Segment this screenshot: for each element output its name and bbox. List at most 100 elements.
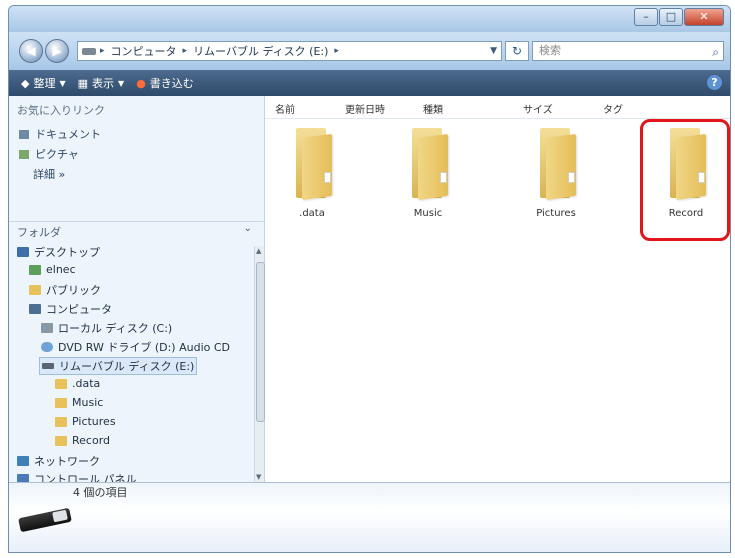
forward-arrow-icon: ▶ — [52, 44, 62, 58]
folders-title: フォルダ — [17, 226, 61, 239]
tree-label: DVD RW ドライブ (D:) Audio CD — [58, 341, 231, 354]
forward-button[interactable]: ▶ — [45, 39, 69, 63]
chevron-down-icon[interactable]: ▼ — [490, 46, 497, 56]
refresh-button[interactable]: ↻ — [505, 41, 529, 61]
drive-icon — [82, 47, 96, 55]
burn-icon: ● — [136, 76, 146, 90]
tree-item-network[interactable]: ネットワーク — [17, 453, 100, 469]
tree-label: .data — [72, 377, 101, 390]
close-button[interactable]: ✕ — [684, 8, 724, 26]
tree-item-data[interactable]: .data — [55, 377, 100, 390]
folder-icon — [55, 378, 67, 389]
column-date-modified[interactable]: 更新日時 — [345, 101, 385, 116]
folder-tree-scrollbar[interactable]: ▲ ▼ — [254, 246, 265, 482]
folder-icon — [29, 285, 41, 295]
tree-item-music[interactable]: Music — [55, 396, 103, 409]
back-arrow-icon: ◀ — [26, 44, 36, 58]
explorer-window: – □ ✕ ◀ ▶ ▸ コンピュータ ▸ リムーバブル ディスク (E:) ▸ … — [8, 5, 731, 553]
tree-label: Record — [72, 434, 111, 447]
column-name[interactable]: 名前 — [275, 101, 295, 116]
refresh-icon: ↻ — [511, 44, 523, 58]
cd-icon — [41, 342, 53, 352]
tree-item-local-disk[interactable]: ローカル ディスク (C:) — [41, 320, 172, 336]
views-button[interactable]: ▦ 表示 ▼ — [78, 75, 125, 91]
views-icon: ▦ — [77, 76, 89, 90]
folder-tree: デスクトップ elnec パブリック コンピュータ ローカル ディスク (C:)… — [9, 244, 254, 482]
chevron-down-icon: ▼ — [59, 78, 66, 88]
breadcrumb-separator-icon[interactable]: ▸ — [334, 46, 339, 56]
scroll-up-icon[interactable]: ▲ — [256, 247, 261, 255]
folder-icon — [55, 435, 67, 446]
folder-icon — [55, 397, 67, 408]
tree-item-pictures[interactable]: Pictures — [55, 415, 116, 428]
address-bar[interactable]: ▸ コンピュータ ▸ リムーバブル ディスク (E:) ▸ ▼ — [77, 41, 502, 61]
user-folder-icon — [29, 264, 41, 275]
file-item-pictures[interactable]: Pictures — [513, 128, 599, 238]
favorite-label: ドキュメント — [35, 128, 101, 141]
tree-item-removable-disk[interactable]: リムーバブル ディスク (E:) — [39, 357, 198, 375]
burn-button[interactable]: ● 書き込む — [136, 75, 194, 91]
minimize-button[interactable]: – — [634, 8, 658, 26]
tree-label: パブリック — [46, 284, 101, 297]
navigation-pane: お気に入りリンク ドキュメント ピクチャ 詳細 » フォルダ ⌄ デスクトップ … — [9, 96, 265, 482]
search-icon[interactable]: ⌕ — [712, 43, 719, 61]
favorite-pictures[interactable]: ピクチャ — [19, 146, 79, 162]
breadcrumb-computer[interactable]: コンピュータ — [111, 43, 177, 59]
tree-item-control-panel[interactable]: コントロール パネル — [17, 471, 137, 482]
command-bar: ◆ 整理 ▼ ▦ 表示 ▼ ● 書き込む ? — [9, 70, 730, 96]
tree-label: Music — [72, 396, 104, 409]
tree-item-record[interactable]: Record — [55, 434, 110, 447]
help-icon: ? — [711, 76, 718, 89]
tree-item-desktop[interactable]: デスクトップ — [17, 244, 100, 260]
chevron-down-icon: ▼ — [118, 78, 125, 88]
pictures-icon — [19, 149, 29, 159]
folder-icon — [55, 416, 67, 427]
chevron-down-icon: ⌄ — [243, 223, 252, 234]
tree-label: ネットワーク — [34, 455, 100, 468]
file-item-data[interactable]: .data — [269, 128, 355, 238]
scroll-down-icon[interactable]: ▼ — [256, 473, 261, 481]
tree-label: Pictures — [72, 415, 116, 428]
control-panel-icon — [17, 474, 29, 482]
file-item-music[interactable]: Music — [385, 128, 471, 238]
column-tags[interactable]: タグ — [603, 101, 623, 116]
details-pane: 4 個の項目 — [9, 482, 730, 552]
hard-disk-icon — [41, 323, 53, 333]
search-input[interactable]: 検索 ⌕ — [532, 41, 724, 61]
favorite-label: ピクチャ — [35, 148, 79, 161]
breadcrumb-separator-icon[interactable]: ▸ — [183, 46, 188, 56]
tree-label: デスクトップ — [34, 246, 100, 259]
tree-item-public[interactable]: パブリック — [29, 282, 101, 298]
tree-label: リムーバブル ディスク (E:) — [59, 360, 195, 373]
burn-label: 書き込む — [149, 77, 194, 90]
network-icon — [17, 456, 29, 466]
tree-item-computer[interactable]: コンピュータ — [29, 301, 112, 317]
item-count: 4 個の項目 — [73, 486, 128, 499]
documents-icon — [19, 129, 29, 139]
maximize-button[interactable]: □ — [659, 8, 683, 26]
folder-icon — [290, 128, 334, 201]
organize-button[interactable]: ◆ 整理 ▼ — [21, 75, 66, 91]
tree-item-elnec[interactable]: elnec — [29, 263, 76, 276]
scrollbar-thumb[interactable] — [256, 262, 265, 422]
views-label: 表示 — [92, 77, 115, 90]
folders-header[interactable]: フォルダ ⌄ — [9, 221, 264, 239]
file-list: 名前 更新日時 種類 サイズ タグ .data Music Pictures R… — [265, 96, 730, 482]
column-type[interactable]: 種類 — [423, 101, 443, 116]
help-button[interactable]: ? — [707, 75, 722, 90]
tree-item-dvd-drive[interactable]: DVD RW ドライブ (D:) Audio CD — [41, 339, 230, 355]
breadcrumb-separator-icon[interactable]: ▸ — [100, 46, 105, 56]
computer-icon — [29, 304, 41, 314]
item-name: Pictures — [536, 208, 576, 219]
window-controls: – □ ✕ — [633, 8, 724, 26]
tree-label: elnec — [46, 263, 76, 276]
removable-disk-icon — [42, 363, 54, 369]
favorite-documents[interactable]: ドキュメント — [19, 126, 101, 142]
back-button[interactable]: ◀ — [19, 39, 43, 63]
item-name: .data — [299, 208, 325, 219]
column-size[interactable]: サイズ — [523, 101, 553, 116]
column-headers: 名前 更新日時 種類 サイズ タグ — [265, 96, 730, 119]
favorites-title: お気に入りリンク — [17, 104, 105, 117]
breadcrumb-removable-disk[interactable]: リムーバブル ディスク (E:) — [193, 43, 328, 59]
more-links[interactable]: 詳細 » — [33, 166, 65, 182]
